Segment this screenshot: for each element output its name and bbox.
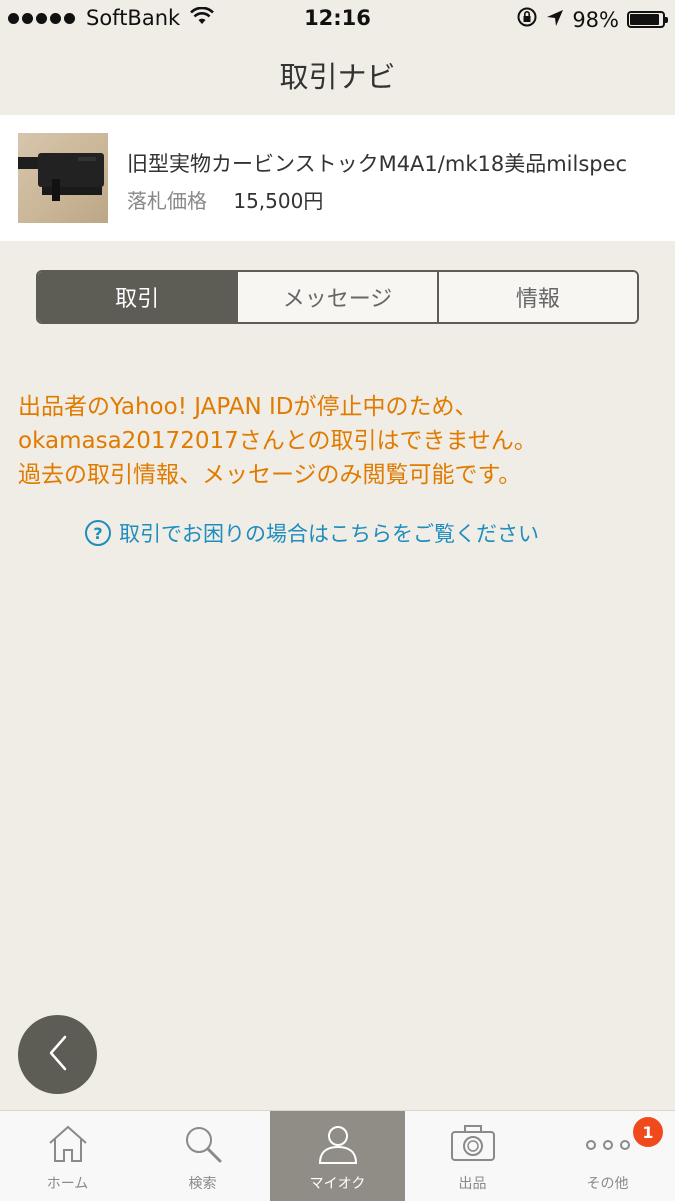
tab-info[interactable]: 情報 xyxy=(436,272,637,322)
bottom-tab-bar: ホーム 検索 マイオク 出品 1 その他 xyxy=(0,1110,675,1201)
chevron-left-icon xyxy=(43,1033,73,1077)
person-icon xyxy=(316,1123,360,1169)
location-arrow-icon xyxy=(546,8,564,32)
item-thumbnail[interactable] xyxy=(18,133,108,223)
notification-badge: 1 xyxy=(633,1117,663,1147)
battery-icon xyxy=(627,11,668,28)
search-icon xyxy=(181,1123,225,1169)
price-label: 落札価格 xyxy=(127,189,207,213)
page-title: 取引ナビ xyxy=(279,60,396,94)
status-bar: SoftBank 12:16 98% xyxy=(0,0,675,40)
tabbar-home[interactable]: ホーム xyxy=(0,1111,135,1201)
notice-line: 過去の取引情報、メッセージのみ閲覧可能です。 xyxy=(18,462,522,488)
tab-message[interactable]: メッセージ xyxy=(236,272,437,322)
item-title[interactable]: 旧型実物カービンストックM4A1/mk18美品milspec xyxy=(127,148,627,178)
notice-line: okamasa20172017さんとの取引はできません。 xyxy=(18,428,537,454)
tabbar-sell[interactable]: 出品 xyxy=(405,1111,540,1201)
tabbar-label: その他 xyxy=(586,1176,629,1192)
nav-header: 取引ナビ xyxy=(0,40,675,115)
suspension-notice: 出品者のYahoo! JAPAN IDが停止中のため、 okamasa20172… xyxy=(18,390,658,492)
tab-transaction[interactable]: 取引 xyxy=(38,272,237,322)
status-right: 98% xyxy=(516,6,668,33)
item-card[interactable] xyxy=(0,115,675,241)
segmented-tabs: 取引 メッセージ 情報 xyxy=(36,270,639,324)
tabbar-more[interactable]: 1 その他 xyxy=(540,1111,675,1201)
price-value: 15,500円 xyxy=(233,189,324,213)
tabbar-label: マイオク xyxy=(309,1176,366,1192)
help-link[interactable]: ? 取引でお困りの場合はこちらをご覧ください xyxy=(85,518,539,548)
tabbar-myauction[interactable]: マイオク xyxy=(270,1111,405,1201)
rotation-lock-icon xyxy=(516,6,538,33)
question-circle-icon: ? xyxy=(85,520,111,546)
back-button[interactable] xyxy=(18,1015,97,1094)
tabbar-search[interactable]: 検索 xyxy=(135,1111,270,1201)
notice-line: 出品者のYahoo! JAPAN IDが停止中のため、 xyxy=(18,394,478,420)
home-icon xyxy=(46,1123,90,1169)
tabbar-label: ホーム xyxy=(46,1176,89,1192)
item-price-row: 落札価格 15,500円 xyxy=(127,185,323,214)
more-icon xyxy=(584,1137,632,1156)
battery-percent: 98% xyxy=(572,7,619,32)
camera-icon xyxy=(449,1123,497,1167)
help-link-label: 取引でお困りの場合はこちらをご覧ください xyxy=(119,522,539,546)
tabbar-label: 出品 xyxy=(458,1176,487,1192)
tabbar-label: 検索 xyxy=(188,1176,217,1192)
